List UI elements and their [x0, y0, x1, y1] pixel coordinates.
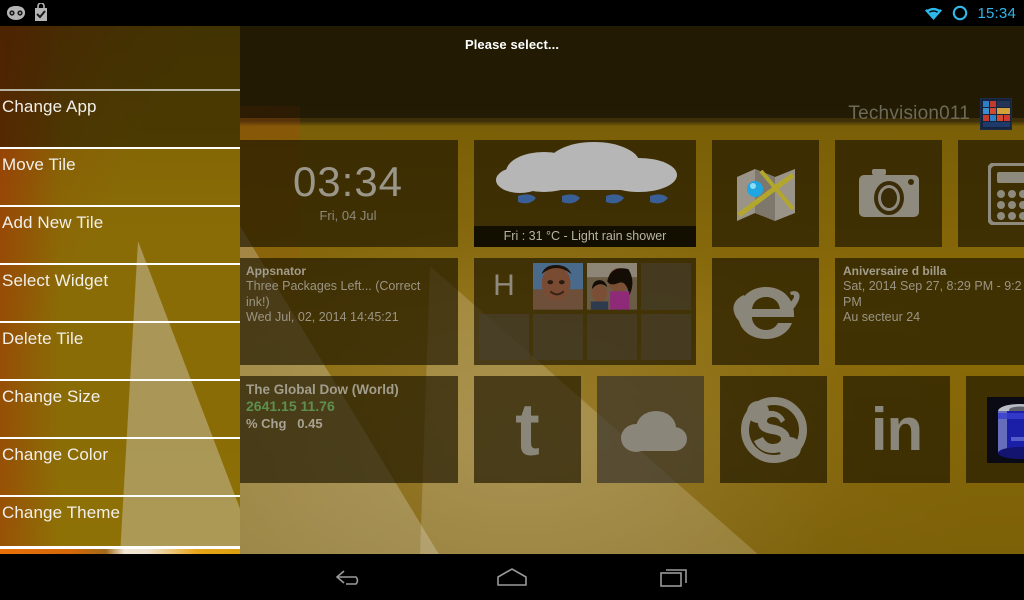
onedrive-cloud-icon	[597, 376, 704, 483]
calendar-line-2: PM	[843, 294, 862, 309]
tile-camera[interactable]	[835, 140, 942, 247]
brand-row: Techvision011	[848, 98, 1012, 130]
gallery-photo-5[interactable]	[533, 313, 583, 360]
tile-browser[interactable]	[712, 258, 819, 365]
cyanogenmod-icon	[7, 5, 25, 20]
battery-icon	[966, 376, 1024, 483]
recent-apps-button[interactable]	[629, 554, 719, 600]
weather-caption: Fri : 31 °C - Light rain shower	[474, 226, 696, 247]
tile-appsnator[interactable]: Appsnator Three Packages Left... (Correc…	[238, 258, 458, 365]
gallery-photo-1[interactable]	[533, 263, 583, 310]
status-bar-clock: 15:34	[977, 4, 1016, 22]
camera-icon	[835, 140, 942, 247]
context-menu-panel: Change App Move Tile Add New Tile Select…	[0, 26, 240, 554]
menu-item-move-tile[interactable]: Move Tile	[0, 147, 240, 205]
shopping-bag-check-icon	[35, 3, 47, 21]
tile-grid-app-icon[interactable]	[980, 98, 1012, 130]
menu-item-label: Change Color	[2, 445, 109, 464]
home-icon	[497, 568, 527, 586]
tumblr-icon: t	[474, 376, 581, 483]
tile-gallery[interactable]: H	[474, 258, 696, 365]
menu-item-label: Select Widget	[2, 271, 109, 290]
menu-item-change-color[interactable]: Change Color	[0, 437, 240, 495]
gallery-photo-6[interactable]	[587, 313, 637, 360]
tile-row-3: The Global Dow (World) 2641.15 11.76 % C…	[238, 376, 1024, 483]
gallery-photo-3[interactable]	[641, 263, 691, 310]
appsnator-title: Appsnator	[246, 264, 306, 278]
menu-item-change-app[interactable]: Change App	[0, 89, 240, 147]
back-button[interactable]	[305, 554, 395, 600]
android-screen: Please select... Techvision011 03:34 Fri…	[0, 0, 1024, 600]
tile-grid: 03:34 Fri, 04 Jul Fri: 31 °C - Light ra…	[238, 140, 1024, 494]
back-arrow-icon	[335, 570, 359, 585]
tile-row-1: 03:34 Fri, 04 Jul Fri: 31 °C - Light ra…	[238, 140, 1024, 247]
calculator-icon	[958, 140, 1024, 247]
menu-item-label: Change App	[2, 97, 97, 116]
tile-calculator[interactable]	[958, 140, 1024, 247]
linkedin-glyph: in	[870, 395, 923, 463]
home-button[interactable]	[467, 554, 557, 600]
gallery-grid: H	[479, 263, 691, 360]
skype-icon	[720, 376, 827, 483]
menu-item-delete-tile[interactable]: Delete Tile	[0, 321, 240, 379]
calendar-line-3: Au secteur 24	[843, 310, 921, 324]
tile-maps[interactable]	[712, 140, 819, 247]
tile-row-2: Appsnator Three Packages Left... (Correc…	[238, 258, 1024, 365]
calendar-title: Aniversaire d billa	[843, 264, 947, 278]
tumblr-glyph: t	[515, 387, 540, 471]
status-bar: 15:34	[0, 0, 1024, 26]
menu-header	[0, 26, 240, 89]
tile-calendar[interactable]: Aniversaire d billa Sat, 2014 Sep 27, 8:…	[835, 258, 1024, 365]
menu-item-label: Delete Tile	[2, 329, 84, 348]
tile-weather[interactable]: Fri : 31 °C - Light rain shower	[474, 140, 696, 247]
gallery-letter-cell: H	[479, 263, 529, 310]
tile-skype[interactable]	[720, 376, 827, 483]
tile-stocks[interactable]: The Global Dow (World) 2641.15 11.76 % C…	[238, 376, 458, 483]
menu-item-add-new-tile[interactable]: Add New Tile	[0, 205, 240, 263]
gallery-letter: H	[493, 269, 515, 303]
menu-item-label: Move Tile	[2, 155, 76, 174]
gallery-photo-2[interactable]	[587, 263, 637, 310]
status-bar-system: 15:34	[924, 0, 1016, 26]
stocks-title: The Global Dow (World)	[246, 382, 399, 397]
brand-label: Techvision011	[848, 103, 970, 124]
menu-item-label: Change Theme	[2, 503, 121, 522]
stocks-value: 2641.15 11.76	[246, 398, 335, 414]
appsnator-line-2: ink!)	[246, 294, 270, 309]
maps-icon	[712, 140, 819, 247]
tile-tumblr[interactable]: t	[474, 376, 581, 483]
menu-footer-strip	[0, 546, 240, 554]
menu-item-label: Add New Tile	[2, 213, 104, 232]
status-bar-notifications	[6, 3, 50, 22]
linkedin-icon: in	[843, 376, 950, 483]
menu-item-change-size[interactable]: Change Size	[0, 379, 240, 437]
gallery-photo-7[interactable]	[641, 313, 691, 360]
appsnator-line-3: Wed Jul, 02, 2014 14:45:21	[246, 310, 399, 324]
gallery-photo-4[interactable]	[479, 313, 529, 360]
stocks-change: % Chg 0.45	[246, 415, 450, 433]
stocks-change-label: % Chg	[246, 416, 287, 431]
calendar-line-1: Sat, 2014 Sep 27, 8:29 PM - 9:2	[843, 279, 1022, 293]
stocks-change-value: 0.45	[297, 416, 323, 431]
menu-item-change-theme[interactable]: Change Theme	[0, 495, 240, 553]
circle-indicator-icon	[953, 5, 968, 21]
clock-time: 03:34	[292, 158, 404, 205]
recent-apps-icon	[660, 569, 687, 587]
menu-item-select-widget[interactable]: Select Widget	[0, 263, 240, 321]
appsnator-line-1: Three Packages Left... (Correct	[246, 279, 421, 293]
internet-explorer-icon	[712, 258, 819, 365]
clock-date: Fri, 04 Jul	[319, 208, 377, 223]
menu-item-label: Change Size	[2, 387, 101, 406]
rain-cloud-icon	[496, 142, 677, 204]
navigation-bar	[0, 554, 1024, 600]
tile-linkedin[interactable]: in	[843, 376, 950, 483]
tile-battery[interactable]	[966, 376, 1024, 483]
wifi-icon	[925, 6, 943, 20]
tile-clock[interactable]: 03:34 Fri, 04 Jul	[238, 140, 458, 247]
menu-list: Change App Move Tile Add New Tile Select…	[0, 89, 240, 553]
tile-cloud[interactable]	[597, 376, 704, 483]
